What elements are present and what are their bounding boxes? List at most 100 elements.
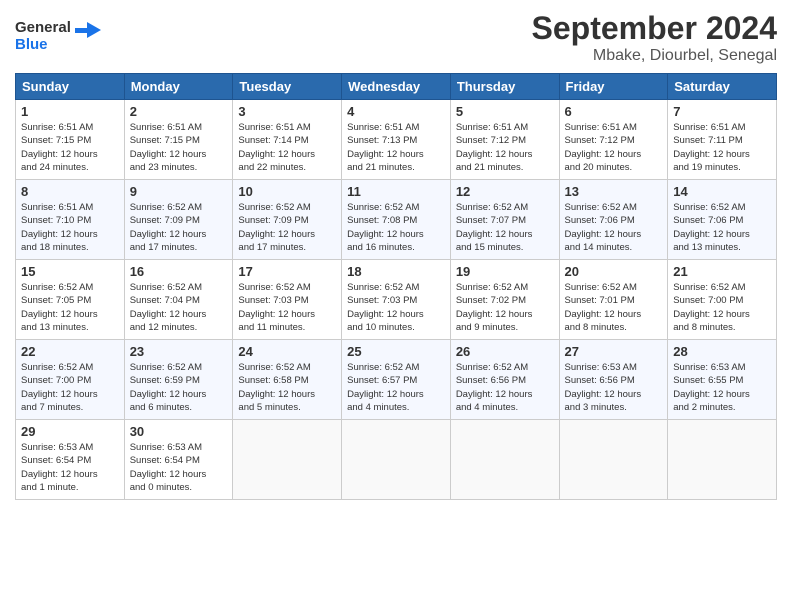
day-number: 4 bbox=[347, 104, 445, 119]
col-monday: Monday bbox=[124, 74, 233, 100]
day-detail: Sunrise: 6:51 AM Sunset: 7:15 PM Dayligh… bbox=[130, 121, 228, 174]
col-thursday: Thursday bbox=[450, 74, 559, 100]
header: General Blue September 2024 Mbake, Diour… bbox=[15, 10, 777, 65]
col-sunday: Sunday bbox=[16, 74, 125, 100]
day-cell: 24 Sunrise: 6:52 AM Sunset: 6:58 PM Dayli… bbox=[233, 340, 342, 420]
day-number: 22 bbox=[21, 344, 119, 359]
day-cell: 4 Sunrise: 6:51 AM Sunset: 7:13 PM Daylig… bbox=[342, 100, 451, 180]
day-number: 1 bbox=[21, 104, 119, 119]
day-number: 8 bbox=[21, 184, 119, 199]
day-cell: 8Sunrise: 6:51 AM Sunset: 7:10 PM Daylig… bbox=[16, 180, 125, 260]
day-cell: 27 Sunrise: 6:53 AM Sunset: 6:56 PM Dayli… bbox=[559, 340, 668, 420]
day-number: 17 bbox=[238, 264, 336, 279]
day-number: 15 bbox=[21, 264, 119, 279]
day-cell: 17Sunrise: 6:52 AM Sunset: 7:03 PM Dayli… bbox=[233, 260, 342, 340]
day-cell: 30 Sunrise: 6:53 AM Sunset: 6:54 PM Dayli… bbox=[124, 420, 233, 500]
day-detail: Sunrise: 6:52 AM Sunset: 6:59 PM Dayligh… bbox=[130, 361, 228, 414]
day-detail: Sunrise: 6:51 AM Sunset: 7:12 PM Dayligh… bbox=[565, 121, 663, 174]
day-cell: 22Sunrise: 6:52 AM Sunset: 7:00 PM Dayli… bbox=[16, 340, 125, 420]
day-cell: 9 Sunrise: 6:52 AM Sunset: 7:09 PM Daylig… bbox=[124, 180, 233, 260]
day-detail: Sunrise: 6:52 AM Sunset: 7:08 PM Dayligh… bbox=[347, 201, 445, 254]
day-number: 11 bbox=[347, 184, 445, 199]
col-saturday: Saturday bbox=[668, 74, 777, 100]
day-cell: 1 Sunrise: 6:51 AM Sunset: 7:15 PM Daylig… bbox=[16, 100, 125, 180]
logo-svg: General Blue bbox=[15, 14, 105, 54]
day-number: 24 bbox=[238, 344, 336, 359]
day-number: 6 bbox=[565, 104, 663, 119]
location-title: Mbake, Diourbel, Senegal bbox=[532, 47, 777, 65]
day-number: 9 bbox=[130, 184, 228, 199]
day-number: 16 bbox=[130, 264, 228, 279]
day-cell: 19Sunrise: 6:52 AM Sunset: 7:02 PM Dayli… bbox=[450, 260, 559, 340]
day-number: 2 bbox=[130, 104, 228, 119]
week-row-4: 22Sunrise: 6:52 AM Sunset: 7:00 PM Dayli… bbox=[16, 340, 777, 420]
day-number: 14 bbox=[673, 184, 771, 199]
week-row-1: 1 Sunrise: 6:51 AM Sunset: 7:15 PM Daylig… bbox=[16, 100, 777, 180]
day-detail: Sunrise: 6:51 AM Sunset: 7:15 PM Dayligh… bbox=[21, 121, 119, 174]
day-number: 27 bbox=[565, 344, 663, 359]
day-detail: Sunrise: 6:52 AM Sunset: 7:05 PM Dayligh… bbox=[21, 281, 119, 334]
day-cell bbox=[668, 420, 777, 500]
day-number: 5 bbox=[456, 104, 554, 119]
day-number: 13 bbox=[565, 184, 663, 199]
day-cell: 18 Sunrise: 6:52 AM Sunset: 7:03 PM Dayli… bbox=[342, 260, 451, 340]
logo: General Blue bbox=[15, 14, 105, 59]
day-cell: 26Sunrise: 6:52 AM Sunset: 6:56 PM Dayli… bbox=[450, 340, 559, 420]
week-row-5: 29 Sunrise: 6:53 AM Sunset: 6:54 PM Dayli… bbox=[16, 420, 777, 500]
day-cell bbox=[233, 420, 342, 500]
week-row-3: 15 Sunrise: 6:52 AM Sunset: 7:05 PM Dayli… bbox=[16, 260, 777, 340]
day-number: 28 bbox=[673, 344, 771, 359]
day-detail: Sunrise: 6:52 AM Sunset: 6:58 PM Dayligh… bbox=[238, 361, 336, 414]
day-detail: Sunrise: 6:51 AM Sunset: 7:14 PM Dayligh… bbox=[238, 121, 336, 174]
day-cell: 12Sunrise: 6:52 AM Sunset: 7:07 PM Dayli… bbox=[450, 180, 559, 260]
day-detail: Sunrise: 6:51 AM Sunset: 7:13 PM Dayligh… bbox=[347, 121, 445, 174]
day-cell: 20Sunrise: 6:52 AM Sunset: 7:01 PM Dayli… bbox=[559, 260, 668, 340]
svg-text:Blue: Blue bbox=[15, 36, 48, 53]
calendar-body: 1 Sunrise: 6:51 AM Sunset: 7:15 PM Daylig… bbox=[16, 100, 777, 500]
day-number: 18 bbox=[347, 264, 445, 279]
day-detail: Sunrise: 6:52 AM Sunset: 7:06 PM Dayligh… bbox=[673, 201, 771, 254]
calendar-table: Sunday Monday Tuesday Wednesday Thursday… bbox=[15, 73, 777, 500]
col-wednesday: Wednesday bbox=[342, 74, 451, 100]
day-detail: Sunrise: 6:53 AM Sunset: 6:56 PM Dayligh… bbox=[565, 361, 663, 414]
day-detail: Sunrise: 6:51 AM Sunset: 7:11 PM Dayligh… bbox=[673, 121, 771, 174]
day-number: 30 bbox=[130, 424, 228, 439]
day-cell: 29Sunrise: 6:53 AM Sunset: 6:54 PM Dayli… bbox=[16, 420, 125, 500]
day-number: 20 bbox=[565, 264, 663, 279]
day-cell: 15 Sunrise: 6:52 AM Sunset: 7:05 PM Dayli… bbox=[16, 260, 125, 340]
day-cell: 6 Sunrise: 6:51 AM Sunset: 7:12 PM Daylig… bbox=[559, 100, 668, 180]
day-cell bbox=[559, 420, 668, 500]
day-cell: 28Sunrise: 6:53 AM Sunset: 6:55 PM Dayli… bbox=[668, 340, 777, 420]
day-cell: 11 Sunrise: 6:52 AM Sunset: 7:08 PM Dayli… bbox=[342, 180, 451, 260]
day-detail: Sunrise: 6:52 AM Sunset: 6:56 PM Dayligh… bbox=[456, 361, 554, 414]
day-detail: Sunrise: 6:51 AM Sunset: 7:12 PM Dayligh… bbox=[456, 121, 554, 174]
calendar-header: Sunday Monday Tuesday Wednesday Thursday… bbox=[16, 74, 777, 100]
day-detail: Sunrise: 6:52 AM Sunset: 7:07 PM Dayligh… bbox=[456, 201, 554, 254]
day-number: 19 bbox=[456, 264, 554, 279]
header-row: Sunday Monday Tuesday Wednesday Thursday… bbox=[16, 74, 777, 100]
day-cell: 7 Sunrise: 6:51 AM Sunset: 7:11 PM Daylig… bbox=[668, 100, 777, 180]
day-number: 23 bbox=[130, 344, 228, 359]
day-cell: 21Sunrise: 6:52 AM Sunset: 7:00 PM Dayli… bbox=[668, 260, 777, 340]
day-detail: Sunrise: 6:52 AM Sunset: 6:57 PM Dayligh… bbox=[347, 361, 445, 414]
day-cell: 13 Sunrise: 6:52 AM Sunset: 7:06 PM Dayli… bbox=[559, 180, 668, 260]
day-cell: 10Sunrise: 6:52 AM Sunset: 7:09 PM Dayli… bbox=[233, 180, 342, 260]
day-detail: Sunrise: 6:52 AM Sunset: 7:06 PM Dayligh… bbox=[565, 201, 663, 254]
day-detail: Sunrise: 6:52 AM Sunset: 7:09 PM Dayligh… bbox=[238, 201, 336, 254]
day-number: 3 bbox=[238, 104, 336, 119]
day-cell: 5 Sunrise: 6:51 AM Sunset: 7:12 PM Daylig… bbox=[450, 100, 559, 180]
col-tuesday: Tuesday bbox=[233, 74, 342, 100]
day-cell: 2 Sunrise: 6:51 AM Sunset: 7:15 PM Daylig… bbox=[124, 100, 233, 180]
day-cell: 25Sunrise: 6:52 AM Sunset: 6:57 PM Dayli… bbox=[342, 340, 451, 420]
day-detail: Sunrise: 6:53 AM Sunset: 6:54 PM Dayligh… bbox=[130, 441, 228, 494]
day-number: 29 bbox=[21, 424, 119, 439]
day-detail: Sunrise: 6:52 AM Sunset: 7:00 PM Dayligh… bbox=[673, 281, 771, 334]
day-cell bbox=[450, 420, 559, 500]
day-detail: Sunrise: 6:52 AM Sunset: 7:09 PM Dayligh… bbox=[130, 201, 228, 254]
main-container: General Blue September 2024 Mbake, Diour… bbox=[0, 0, 792, 510]
day-detail: Sunrise: 6:52 AM Sunset: 7:03 PM Dayligh… bbox=[347, 281, 445, 334]
day-number: 7 bbox=[673, 104, 771, 119]
day-cell: 23 Sunrise: 6:52 AM Sunset: 6:59 PM Dayli… bbox=[124, 340, 233, 420]
day-cell: 16Sunrise: 6:52 AM Sunset: 7:04 PM Dayli… bbox=[124, 260, 233, 340]
week-row-2: 8Sunrise: 6:51 AM Sunset: 7:10 PM Daylig… bbox=[16, 180, 777, 260]
